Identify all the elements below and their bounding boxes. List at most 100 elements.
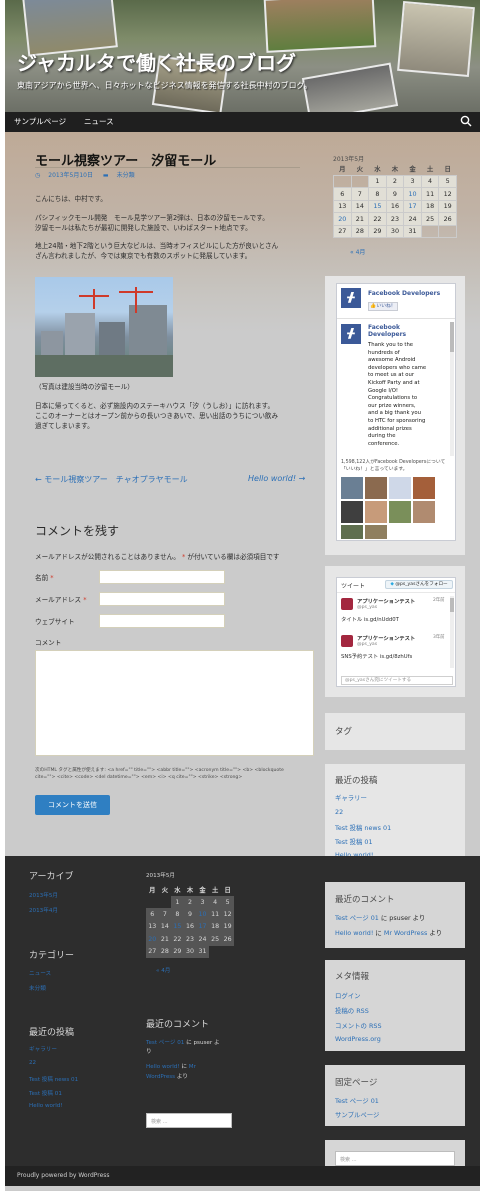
post-category[interactable]: 未分類 bbox=[117, 172, 135, 179]
nav-item-sample-page[interactable]: サンプルページ bbox=[14, 116, 66, 127]
submit-comment-button[interactable]: コメントを送信 bbox=[35, 795, 110, 815]
recent-post-link[interactable]: Test 投稿 01 bbox=[29, 1089, 62, 1097]
fan-avatar[interactable] bbox=[389, 501, 411, 523]
recent-post-link[interactable]: Test 投稿 news 01 bbox=[29, 1075, 78, 1083]
fan-avatar[interactable] bbox=[413, 501, 435, 523]
fan-avatar[interactable] bbox=[365, 501, 387, 523]
calendar-weekday: 木 bbox=[391, 165, 399, 174]
facebook-page-logo: ᚋ bbox=[341, 288, 361, 308]
calendar-day: 24 bbox=[196, 933, 209, 946]
post-author[interactable]: Facebook Developers bbox=[368, 324, 428, 338]
calendar-day: 29 bbox=[171, 945, 184, 958]
title-divider bbox=[35, 167, 300, 168]
page-link[interactable]: サンプルページ bbox=[335, 1110, 379, 1119]
archive-link[interactable]: 2013年4月 bbox=[29, 906, 58, 914]
tweet-to-box[interactable]: @ps_yasさん宛にツイートする bbox=[341, 676, 453, 685]
login-link[interactable]: ログイン bbox=[335, 991, 361, 1000]
calendar-day: 13 bbox=[146, 920, 159, 934]
calendar-day[interactable]: 15 bbox=[171, 920, 184, 934]
text-line: 地上24階・地下2階という巨大なビルは、当時オフィスビルにした方が良いとさん bbox=[35, 242, 279, 250]
tweet-author-name[interactable]: アプリケーションテスト bbox=[357, 634, 415, 642]
page-link[interactable]: Test ページ 01 bbox=[335, 1096, 379, 1105]
facebook-page-name[interactable]: Facebook Developers bbox=[368, 290, 440, 297]
calendar-day: 14 bbox=[350, 199, 370, 213]
fan-avatar[interactable] bbox=[341, 525, 363, 539]
fan-avatar[interactable] bbox=[365, 477, 387, 499]
fan-avatar[interactable] bbox=[341, 477, 363, 499]
tweet-author-handle[interactable]: @ps_yas bbox=[357, 642, 377, 647]
fan-avatar[interactable] bbox=[413, 477, 435, 499]
recent-comment-item-cont: WordPress より bbox=[146, 1072, 188, 1080]
post-date[interactable]: 2013年5月10日 bbox=[48, 172, 93, 179]
calendar-day[interactable]: 15 bbox=[368, 199, 387, 213]
recent-post-link[interactable]: 22 bbox=[335, 808, 343, 816]
powered-by-link[interactable]: Proudly powered by WordPress bbox=[17, 1172, 110, 1179]
recent-post-link[interactable]: ギャラリー bbox=[29, 1045, 57, 1053]
comment-post-link[interactable]: Hello world! bbox=[146, 1064, 180, 1070]
fan-avatar[interactable] bbox=[341, 501, 363, 523]
recent-comments-title: 最近のコメント bbox=[335, 895, 395, 905]
twitter-follow-button[interactable]: ◆ @ps_yasさんをフォロー bbox=[385, 580, 453, 589]
comments-rss-link[interactable]: コメントの RSS bbox=[335, 1021, 382, 1030]
category-link[interactable]: ニュース bbox=[29, 969, 51, 977]
sidebar-search-input[interactable]: 検索 … bbox=[335, 1151, 455, 1166]
comment-post-link[interactable]: Hello world! bbox=[335, 929, 373, 937]
recent-post-link[interactable]: Test 投稿 news 01 bbox=[335, 823, 391, 832]
required-mark: * bbox=[83, 596, 87, 604]
next-post-link[interactable]: Hello world! → bbox=[248, 474, 305, 483]
calendar-day: 28 bbox=[158, 945, 172, 958]
text-line: 過ぎてしまいます。 bbox=[35, 422, 94, 430]
recent-post-link[interactable]: 22 bbox=[29, 1060, 36, 1066]
site-title[interactable]: ジャカルタで働く社長のブログ bbox=[17, 47, 296, 76]
tweet-author-name[interactable]: アプリケーションテスト bbox=[357, 597, 415, 605]
entries-rss-link[interactable]: 投稿の RSS bbox=[335, 1006, 369, 1015]
text-line: 汐留モールは私たちが最初に開発した施設で、いわばスタート地点です。 bbox=[35, 224, 252, 232]
comment-author-link[interactable]: Mr bbox=[189, 1064, 196, 1070]
scrollbar-thumb[interactable] bbox=[450, 598, 454, 612]
footer-search-input[interactable]: 検索 … bbox=[146, 1113, 232, 1128]
comment-post-link[interactable]: Test ページ 01 bbox=[335, 914, 379, 922]
calendar-prev-month-link[interactable]: « 4月 bbox=[350, 247, 365, 256]
recent-post-link[interactable]: Test 投稿 01 bbox=[335, 837, 373, 846]
site-header: ジャカルタで働く社長のブログ 東南アジアから世界へ、日々ホットなビジネス情報を発… bbox=[5, 0, 480, 112]
calendar-day[interactable]: 20 bbox=[333, 212, 352, 226]
facebook-like-button[interactable]: 👍いいね！ bbox=[368, 302, 398, 311]
comment-author-link[interactable]: Mr WordPress bbox=[384, 929, 427, 937]
label-text: 名前 bbox=[35, 574, 49, 582]
calendar-day[interactable]: 20 bbox=[146, 933, 159, 946]
comment-author-link[interactable]: WordPress bbox=[146, 1074, 175, 1080]
tweet-avatar[interactable] bbox=[341, 598, 353, 610]
calendar-day[interactable]: 10 bbox=[403, 187, 422, 201]
archive-link[interactable]: 2013年5月 bbox=[29, 891, 58, 899]
website-field[interactable] bbox=[99, 614, 225, 628]
recent-post-link[interactable]: Hello world! bbox=[29, 1103, 63, 1109]
tweet-author-handle[interactable]: @ps_yas bbox=[357, 605, 377, 610]
calendar-day[interactable]: 17 bbox=[403, 199, 422, 213]
recent-post-link[interactable]: ギャラリー bbox=[335, 793, 367, 802]
tweet-time[interactable]: 2年前 bbox=[433, 597, 445, 603]
category-link[interactable]: 未分類 bbox=[29, 984, 46, 992]
calendar-weekday: 月 bbox=[339, 165, 346, 174]
calendar-day: 7 bbox=[350, 187, 370, 201]
fan-avatar[interactable] bbox=[365, 525, 387, 539]
tweets-heading: ツイート bbox=[341, 583, 366, 590]
nav-item-news[interactable]: ニュース bbox=[84, 116, 114, 127]
calendar-day: 26 bbox=[438, 212, 457, 226]
post-paragraph: パシフィックモール開発 モール見学ツアー第2弾は、日本の汐留モールです。 汐留モ… bbox=[35, 213, 315, 233]
search-icon[interactable] bbox=[460, 115, 472, 127]
name-field[interactable] bbox=[99, 570, 225, 584]
wordpress-org-link[interactable]: WordPress.org bbox=[335, 1035, 381, 1043]
previous-post-link[interactable]: ← モール視察ツアー チャオプラヤモール bbox=[35, 474, 188, 485]
calendar-day: 21 bbox=[158, 933, 172, 946]
calendar-day bbox=[221, 946, 234, 958]
calendar-day[interactable]: 10 bbox=[196, 908, 209, 921]
email-field[interactable] bbox=[99, 592, 225, 606]
footer-calendar-prev-link[interactable]: « 4月 bbox=[156, 966, 170, 974]
calendar-day[interactable]: 17 bbox=[196, 920, 209, 934]
tweet-time[interactable]: 3年前 bbox=[433, 634, 445, 640]
scrollbar-thumb[interactable] bbox=[450, 322, 454, 352]
comment-post-link[interactable]: Test ページ 01 bbox=[146, 1040, 184, 1046]
fan-avatar[interactable] bbox=[389, 477, 411, 499]
comment-textarea[interactable] bbox=[35, 650, 314, 756]
tweet-avatar[interactable] bbox=[341, 635, 353, 647]
